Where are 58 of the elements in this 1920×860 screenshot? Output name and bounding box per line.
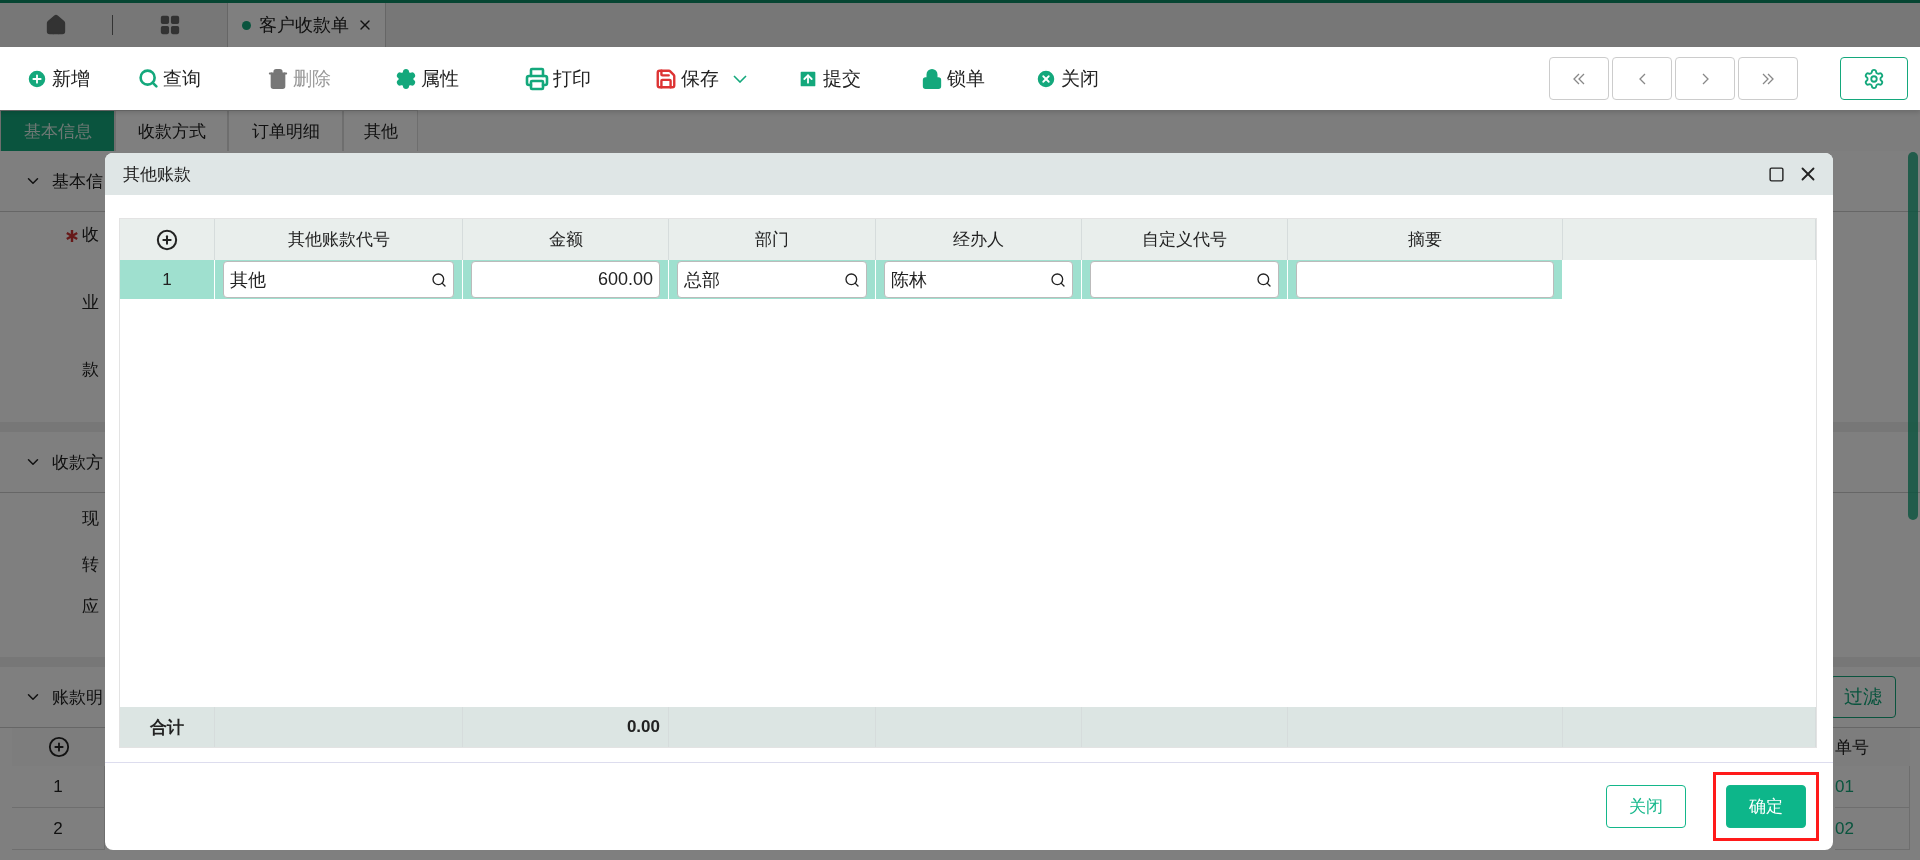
- scrollbar[interactable]: [1908, 152, 1918, 520]
- toolbar-button[interactable]: 关闭: [1035, 65, 1099, 92]
- section-title: 基本信: [52, 170, 103, 193]
- gear-icon: [395, 67, 417, 90]
- input-field[interactable]: [1296, 261, 1554, 298]
- trash-icon: [267, 67, 289, 90]
- section-title: 账款明: [52, 686, 103, 709]
- close-icon: [1035, 67, 1057, 90]
- section-tab[interactable]: 收款方式: [115, 110, 228, 151]
- required-icon: [66, 230, 78, 242]
- lock-icon: [921, 67, 943, 90]
- total-label: 合计: [120, 707, 215, 747]
- grid-icon[interactable]: [159, 14, 181, 36]
- add-row-icon[interactable]: [156, 228, 178, 251]
- input-field[interactable]: 600.00: [471, 261, 660, 298]
- field-label: 应: [82, 595, 99, 618]
- field-label: 业: [82, 291, 99, 314]
- input-field[interactable]: 陈林: [884, 261, 1073, 298]
- settings-button[interactable]: [1840, 57, 1908, 100]
- toolbar-button[interactable]: 属性: [395, 65, 459, 92]
- input-field[interactable]: 其他: [223, 261, 454, 298]
- double-chevron-left-icon: [1573, 72, 1585, 85]
- home-icon[interactable]: [45, 14, 67, 36]
- table-cell: 02: [1835, 808, 1910, 850]
- toolbar-button[interactable]: 查询: [138, 65, 201, 92]
- toolbar-button[interactable]: 打印: [525, 65, 591, 92]
- dialog-title: 其他账款: [123, 163, 191, 186]
- field-label: 现: [82, 507, 99, 530]
- search-icon[interactable]: [1256, 271, 1272, 288]
- active-dot: [242, 20, 251, 30]
- total-amount: 0.00: [463, 707, 669, 747]
- chevron-right-icon: [1701, 72, 1709, 85]
- section-title: 收款方: [52, 451, 103, 474]
- chevron-left-icon: [1638, 72, 1646, 85]
- table-cell: 01: [1835, 766, 1910, 808]
- toolbar-button[interactable]: 保存: [655, 65, 747, 92]
- printer-icon: [525, 66, 549, 91]
- search-icon[interactable]: [844, 271, 860, 288]
- input-field[interactable]: [1090, 261, 1279, 298]
- toolbar-button[interactable]: 锁单: [921, 65, 985, 92]
- field-label: 款: [82, 359, 99, 381]
- toolbar-button[interactable]: 提交: [797, 65, 861, 92]
- field-label: 转: [82, 553, 99, 576]
- search-icon[interactable]: [1050, 271, 1066, 288]
- plus-icon: [26, 67, 48, 90]
- row-number: 1: [120, 260, 215, 299]
- section-tab[interactable]: 其他: [343, 110, 418, 151]
- double-chevron-right-icon: [1762, 72, 1774, 85]
- search-icon[interactable]: [431, 271, 447, 288]
- field-label: 收: [82, 224, 99, 246]
- section-tab[interactable]: 订单明细: [228, 110, 343, 151]
- input-field[interactable]: 总部: [677, 261, 867, 298]
- floppy-icon: [655, 67, 677, 90]
- maximize-button[interactable]: [1768, 165, 1785, 183]
- toolbar-button[interactable]: 新增: [26, 65, 90, 92]
- search-icon: [138, 68, 159, 89]
- page-tab[interactable]: 客户收款单: [227, 3, 386, 47]
- settings-icon: [1863, 67, 1885, 90]
